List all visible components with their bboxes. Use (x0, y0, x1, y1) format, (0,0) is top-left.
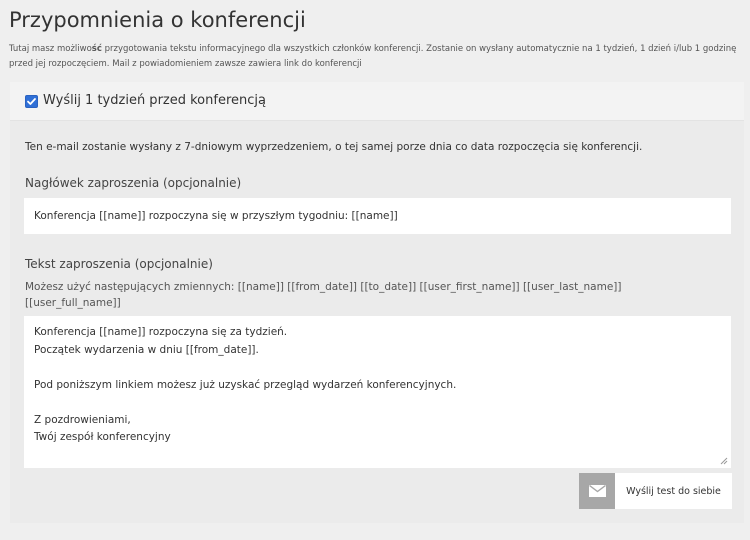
invitation-text-content: Konferencja [[name]] rozpoczyna się za t… (34, 326, 457, 443)
send-test-button[interactable]: Wyślij test do siebie (579, 473, 732, 509)
invitation-text-textarea[interactable]: Konferencja [[name]] rozpoczyna się za t… (24, 316, 731, 468)
reminder-info-text: Ten e-mail zostanie wysłany z 7-dniowym … (25, 141, 643, 153)
envelope-icon (579, 473, 615, 509)
header-field-label: Nagłówek zaproszenia (opcjonalnie) (25, 176, 242, 190)
text-field-label: Tekst zaproszenia (opcjonalnie) (25, 257, 213, 271)
page-description: Tutaj masz możliwość przygotowania tekst… (9, 44, 737, 69)
checkmark-icon (27, 98, 36, 105)
reminder-week-toggle-row[interactable]: Wyślij 1 tydzień przed konferencją (10, 82, 744, 121)
invitation-header-input[interactable]: Konferencja [[name]] rozpoczyna się w pr… (24, 198, 731, 234)
variables-hint: Możesz użyć następujących zmiennych: [[n… (25, 281, 622, 309)
send-test-label: Wyślij test do siebie (626, 485, 721, 497)
resize-grip-icon[interactable] (720, 457, 728, 465)
page-title: Przypomnienia o konferencji (9, 8, 306, 32)
send-week-before-label[interactable]: Wyślij 1 tydzień przed konferencją (43, 93, 266, 108)
reminder-settings-panel: Ten e-mail zostanie wysłany z 7-dniowym … (10, 121, 744, 523)
send-week-before-checkbox[interactable] (25, 95, 38, 108)
